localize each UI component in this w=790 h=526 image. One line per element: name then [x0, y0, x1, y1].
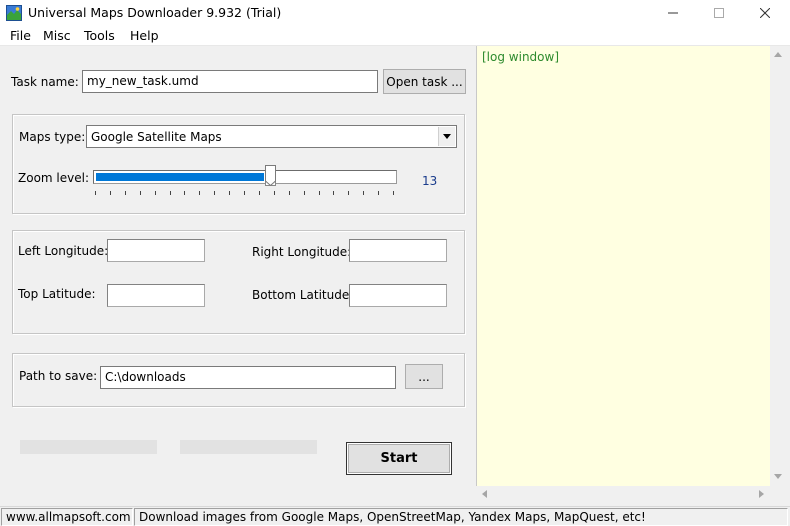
progress-bar-current	[180, 440, 317, 454]
zoom-tick	[289, 191, 290, 195]
left-longitude-label: Left Longitude:	[18, 244, 109, 258]
zoom-tick	[319, 191, 320, 195]
zoom-tick	[110, 191, 111, 195]
zoom-tick	[170, 191, 171, 195]
right-longitude-input[interactable]	[349, 239, 447, 262]
log-text: [log window]	[482, 50, 559, 64]
zoom-tick	[348, 191, 349, 195]
scrollbar-corner	[770, 486, 786, 502]
top-latitude-label: Top Latitude:	[18, 287, 96, 301]
log-horizontal-scrollbar[interactable]	[476, 486, 770, 502]
zoom-tick	[333, 191, 334, 195]
zoom-tick	[378, 191, 379, 195]
zoom-slider-track[interactable]	[93, 170, 397, 184]
close-button[interactable]	[742, 0, 788, 26]
status-message: Download images from Google Maps, OpenSt…	[134, 508, 788, 526]
zoom-tick	[274, 191, 275, 195]
log-vertical-scrollbar[interactable]	[770, 46, 786, 486]
menu-file[interactable]: File	[10, 28, 31, 43]
close-icon	[760, 8, 770, 18]
minimize-button[interactable]	[650, 0, 696, 26]
bottom-latitude-label: Bottom Latitude:	[252, 288, 354, 302]
log-window[interactable]: [log window]	[476, 46, 770, 502]
zoom-tick	[229, 191, 230, 195]
zoom-tick	[155, 191, 156, 195]
path-to-save-input[interactable]: C:\downloads	[100, 366, 396, 389]
maps-type-select[interactable]: Google Satellite Maps	[86, 125, 457, 148]
scroll-left-icon[interactable]	[482, 490, 487, 498]
open-task-button[interactable]: Open task ...	[383, 69, 466, 94]
top-latitude-input[interactable]	[107, 284, 205, 307]
zoom-tick	[259, 191, 260, 195]
status-website: www.allmapsoft.com	[1, 508, 133, 526]
zoom-level-label: Zoom level:	[18, 171, 89, 185]
zoom-slider-fill	[96, 173, 264, 181]
zoom-tick	[244, 191, 245, 195]
zoom-slider-thumb[interactable]	[265, 165, 276, 186]
maximize-icon	[714, 8, 724, 18]
scroll-right-icon[interactable]	[759, 490, 764, 498]
menu-misc[interactable]: Misc	[43, 28, 71, 43]
left-longitude-input[interactable]	[107, 239, 205, 262]
zoom-level-value: 13	[422, 174, 438, 188]
zoom-tick	[95, 191, 96, 195]
browse-button[interactable]: ...	[405, 364, 443, 389]
minimize-icon	[668, 12, 678, 14]
path-to-save-label: Path to save:	[19, 369, 98, 383]
zoom-tick	[363, 191, 364, 195]
title-bar[interactable]: Universal Maps Downloader 9.932 (Trial)	[0, 0, 790, 26]
menu-help[interactable]: Help	[130, 28, 159, 43]
zoom-tick	[199, 191, 200, 195]
task-name-input[interactable]: my_new_task.umd	[82, 70, 378, 93]
menu-bar: File Misc Tools Help	[0, 26, 790, 46]
menu-tools[interactable]: Tools	[84, 28, 115, 43]
status-bar: www.allmapsoft.com Download images from …	[0, 506, 790, 526]
maximize-button[interactable]	[696, 0, 742, 26]
zoom-tick	[125, 191, 126, 195]
progress-bar-total	[20, 440, 157, 454]
start-button[interactable]: Start	[346, 442, 452, 475]
task-name-label: Task name:	[11, 75, 79, 89]
zoom-tick	[304, 191, 305, 195]
zoom-tick	[214, 191, 215, 195]
zoom-tick	[140, 191, 141, 195]
map-app-icon	[6, 5, 22, 21]
maps-type-label: Maps type:	[19, 130, 86, 144]
bottom-latitude-input[interactable]	[349, 284, 447, 307]
chevron-down-icon[interactable]	[438, 127, 455, 146]
scroll-up-icon[interactable]	[774, 52, 782, 57]
window-title: Universal Maps Downloader 9.932 (Trial)	[28, 5, 282, 20]
scroll-down-icon[interactable]	[774, 474, 782, 479]
right-longitude-label: Right Longitude:	[252, 245, 352, 259]
zoom-tick	[184, 191, 185, 195]
zoom-tick	[393, 191, 394, 195]
maps-type-value: Google Satellite Maps	[91, 130, 222, 144]
